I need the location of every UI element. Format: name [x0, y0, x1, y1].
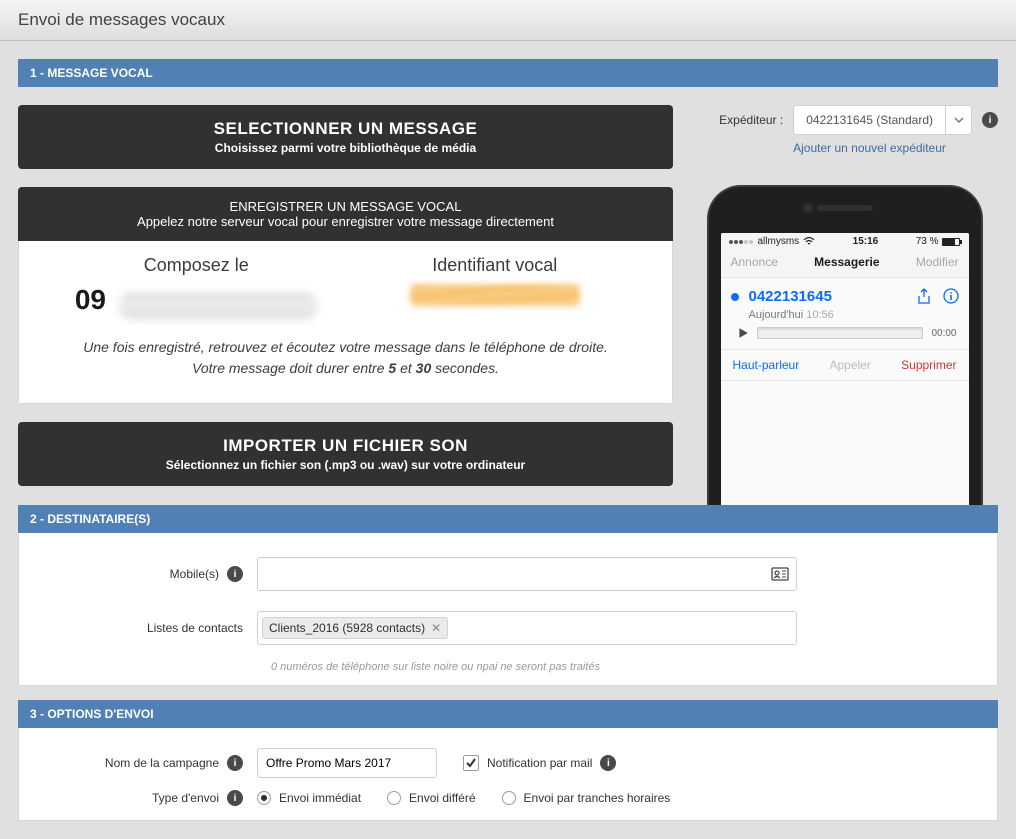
phone-screen: allmysms 15:16 73 % Annonce Messagerie M… — [721, 233, 969, 505]
select-message-title: SELECTIONNER UN MESSAGE — [36, 119, 655, 139]
unread-dot-icon — [731, 293, 739, 301]
page-title: Envoi de messages vocaux — [18, 10, 998, 30]
vocal-id-column: Identifiant vocal — [346, 255, 645, 309]
mobiles-input[interactable] — [257, 557, 797, 591]
lists-label: Listes de contacts — [147, 621, 243, 635]
expeditor-row: Expéditeur : 0422131645 (Standard) i — [691, 105, 998, 135]
info-icon[interactable]: i — [227, 566, 243, 582]
section2-body: Mobile(s) i Listes de contacts Clients_2… — [18, 533, 998, 686]
expeditor-label: Expéditeur : — [719, 113, 783, 127]
redacted-phone-number — [118, 293, 318, 319]
import-file-sub: Sélectionnez un fichier son (.mp3 ou .wa… — [36, 458, 655, 472]
contact-list-chip: Clients_2016 (5928 contacts) ✕ — [262, 617, 448, 639]
info-icon[interactable]: i — [600, 755, 616, 771]
compose-number-prefix: 09 — [75, 284, 106, 315]
send-type-label: Type d'envoi — [152, 791, 219, 805]
compose-column: Composez le 09 — [47, 255, 346, 319]
voicemail-day: Aujourd'hui — [749, 309, 804, 321]
campaign-input[interactable] — [257, 748, 437, 778]
playback-duration: 00:00 — [931, 328, 956, 339]
voicemail-tabs: Annonce Messagerie Modifier — [721, 249, 969, 278]
record-info: Une fois enregistré, retrouvez et écoute… — [47, 337, 644, 379]
info-icon[interactable]: i — [227, 755, 243, 771]
checkbox-icon — [463, 755, 479, 771]
play-icon[interactable] — [737, 327, 749, 339]
select-message-box[interactable]: SELECTIONNER UN MESSAGE Choisissez parmi… — [18, 105, 673, 169]
radio-deferred[interactable]: Envoi différé — [387, 791, 476, 805]
lists-input[interactable]: Clients_2016 (5928 contacts) ✕ — [257, 611, 797, 645]
tab-modifier[interactable]: Modifier — [916, 255, 959, 269]
voicemail-actions: Haut-parleur Appeler Supprimer — [721, 350, 969, 381]
info-circle-icon[interactable] — [943, 288, 959, 304]
main-container: 1 - MESSAGE VOCAL SELECTIONNER UN MESSAG… — [0, 41, 1016, 839]
section1-header: 1 - MESSAGE VOCAL — [18, 59, 998, 87]
radio-icon — [257, 791, 271, 805]
phone-camera — [803, 203, 813, 213]
section1-right-col: Expéditeur : 0422131645 (Standard) i Ajo… — [691, 105, 998, 505]
redacted-vocal-id — [410, 284, 580, 306]
chevron-down-icon — [945, 106, 971, 134]
vocal-id-label: Identifiant vocal — [346, 255, 645, 276]
section3-body: Nom de la campagne i Notification par ma… — [18, 728, 998, 821]
tab-messagerie[interactable]: Messagerie — [814, 255, 879, 269]
compose-label: Composez le — [47, 255, 346, 276]
add-expeditor-link[interactable]: Ajouter un nouvel expéditeur — [741, 141, 998, 155]
radio-immediate[interactable]: Envoi immédiat — [257, 791, 361, 805]
contacts-icon[interactable] — [771, 567, 789, 581]
import-file-title: IMPORTER UN FICHIER SON — [36, 436, 655, 456]
select-message-sub: Choisissez parmi votre bibliothèque de m… — [36, 141, 655, 155]
import-file-box[interactable]: IMPORTER UN FICHIER SON Sélectionnez un … — [18, 422, 673, 486]
voicemail-time: 10:56 — [806, 309, 834, 321]
radio-icon — [387, 791, 401, 805]
playback-progress[interactable] — [757, 327, 924, 339]
expeditor-select[interactable]: 0422131645 (Standard) — [793, 105, 972, 135]
phone-time: 15:16 — [853, 236, 879, 247]
page-header: Envoi de messages vocaux — [0, 0, 1016, 41]
section3-header: 3 - OPTIONS D'ENVOI — [18, 700, 998, 728]
expeditor-select-value: 0422131645 (Standard) — [794, 106, 945, 134]
mobiles-label: Mobile(s) — [170, 567, 219, 581]
record-message-header: ENREGISTRER UN MESSAGE VOCAL Appelez not… — [18, 187, 673, 241]
notif-checkbox-group[interactable]: Notification par mail i — [463, 755, 616, 771]
phone-status-bar: allmysms 15:16 73 % — [721, 233, 969, 249]
blacklist-note: 0 numéros de téléphone sur liste noire o… — [271, 661, 979, 673]
delete-button[interactable]: Supprimer — [901, 358, 956, 372]
chip-label: Clients_2016 (5928 contacts) — [269, 621, 425, 635]
mobiles-row: Mobile(s) i — [37, 547, 979, 601]
radio-slots[interactable]: Envoi par tranches horaires — [502, 791, 671, 805]
section2-header: 2 - DESTINATAIRE(S) — [18, 505, 998, 533]
send-type-row: Type d'envoi i Envoi immédiat Envoi diff… — [37, 784, 979, 816]
section1-body: SELECTIONNER UN MESSAGE Choisissez parmi… — [18, 105, 998, 505]
share-icon[interactable] — [917, 288, 931, 304]
lists-row: Listes de contacts Clients_2016 (5928 co… — [37, 601, 979, 655]
speaker-button[interactable]: Haut-parleur — [733, 358, 800, 372]
phone-preview: allmysms 15:16 73 % Annonce Messagerie M… — [707, 185, 983, 505]
call-button[interactable]: Appeler — [829, 358, 870, 372]
signal-dots-icon — [729, 236, 754, 247]
chip-remove-icon[interactable]: ✕ — [431, 621, 441, 635]
record-message-title: ENREGISTRER UN MESSAGE VOCAL — [36, 199, 655, 214]
battery-pct: 73 % — [916, 236, 939, 247]
notif-label: Notification par mail — [487, 756, 592, 770]
tab-annonce[interactable]: Annonce — [731, 255, 778, 269]
info-icon[interactable]: i — [982, 112, 998, 128]
wifi-icon — [803, 237, 815, 246]
radio-icon — [502, 791, 516, 805]
record-message-sub: Appelez notre serveur vocal pour enregis… — [36, 214, 655, 229]
campaign-row: Nom de la campagne i Notification par ma… — [37, 742, 979, 784]
battery-icon — [942, 238, 960, 246]
record-message-box: ENREGISTRER UN MESSAGE VOCAL Appelez not… — [18, 187, 673, 404]
campaign-label: Nom de la campagne — [105, 756, 219, 770]
carrier-name: allmysms — [758, 236, 800, 247]
phone-speaker — [817, 205, 873, 211]
record-message-body: Composez le 09 Identifiant vocal — [18, 241, 673, 404]
voicemail-item[interactable]: 0422131645 Aujourd'hui 10:56 00:0 — [721, 278, 969, 350]
section1-left-col: SELECTIONNER UN MESSAGE Choisissez parmi… — [18, 105, 673, 505]
